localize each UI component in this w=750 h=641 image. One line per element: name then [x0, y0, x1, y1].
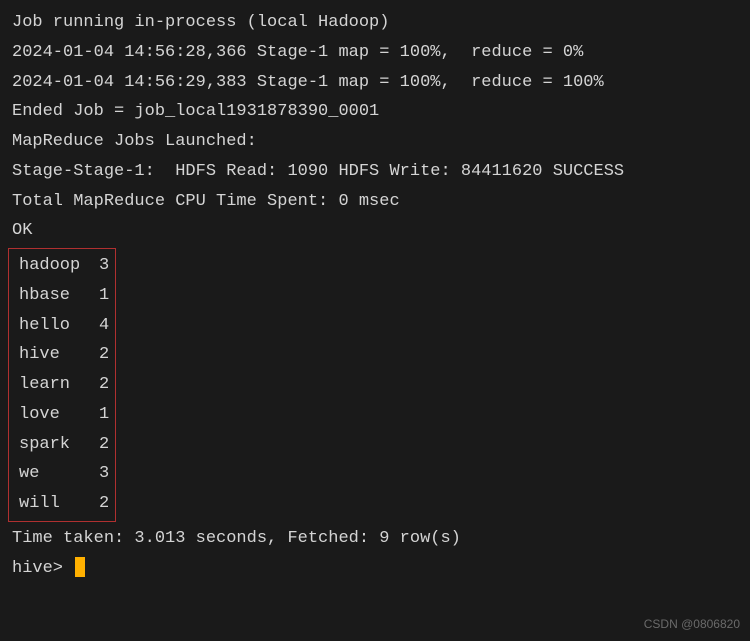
result-key: we	[19, 459, 99, 489]
result-value: 3	[99, 256, 109, 275]
result-value: 1	[99, 286, 109, 305]
result-value: 2	[99, 494, 109, 513]
table-row: hello4	[19, 311, 109, 341]
log-stage-progress-2: 2024-01-04 14:56:29,383 Stage-1 map = 10…	[12, 68, 738, 98]
result-key: hadoop	[19, 251, 99, 281]
table-row: hive2	[19, 340, 109, 370]
watermark: CSDN @0806820	[644, 614, 740, 635]
table-row: learn2	[19, 370, 109, 400]
cursor-icon	[75, 557, 85, 577]
log-stage-progress-1: 2024-01-04 14:56:28,366 Stage-1 map = 10…	[12, 38, 738, 68]
log-time-taken: Time taken: 3.013 seconds, Fetched: 9 ro…	[12, 524, 738, 554]
result-value: 2	[99, 435, 109, 454]
result-key: love	[19, 400, 99, 430]
result-table: hadoop3 hbase1 hello4 hive2 learn2 love1…	[8, 248, 116, 522]
result-value: 3	[99, 464, 109, 483]
table-row: love1	[19, 400, 109, 430]
result-key: hbase	[19, 281, 99, 311]
result-key: hive	[19, 340, 99, 370]
result-key: hello	[19, 311, 99, 341]
result-key: will	[19, 489, 99, 519]
result-value: 1	[99, 405, 109, 424]
log-stage-summary: Stage-Stage-1: HDFS Read: 1090 HDFS Writ…	[12, 157, 738, 187]
log-ended-job: Ended Job = job_local1931878390_0001	[12, 97, 738, 127]
table-row: spark2	[19, 430, 109, 460]
log-cpu-time: Total MapReduce CPU Time Spent: 0 msec	[12, 187, 738, 217]
prompt-line[interactable]: hive>	[12, 554, 738, 584]
result-key: spark	[19, 430, 99, 460]
result-value: 2	[99, 345, 109, 364]
table-row: hadoop3	[19, 251, 109, 281]
table-row: will2	[19, 489, 109, 519]
result-value: 4	[99, 316, 109, 335]
log-ok: OK	[12, 216, 738, 246]
hive-prompt: hive>	[12, 559, 73, 578]
table-row: hbase1	[19, 281, 109, 311]
log-job-running: Job running in-process (local Hadoop)	[12, 8, 738, 38]
log-jobs-launched: MapReduce Jobs Launched:	[12, 127, 738, 157]
table-row: we3	[19, 459, 109, 489]
result-key: learn	[19, 370, 99, 400]
result-value: 2	[99, 375, 109, 394]
